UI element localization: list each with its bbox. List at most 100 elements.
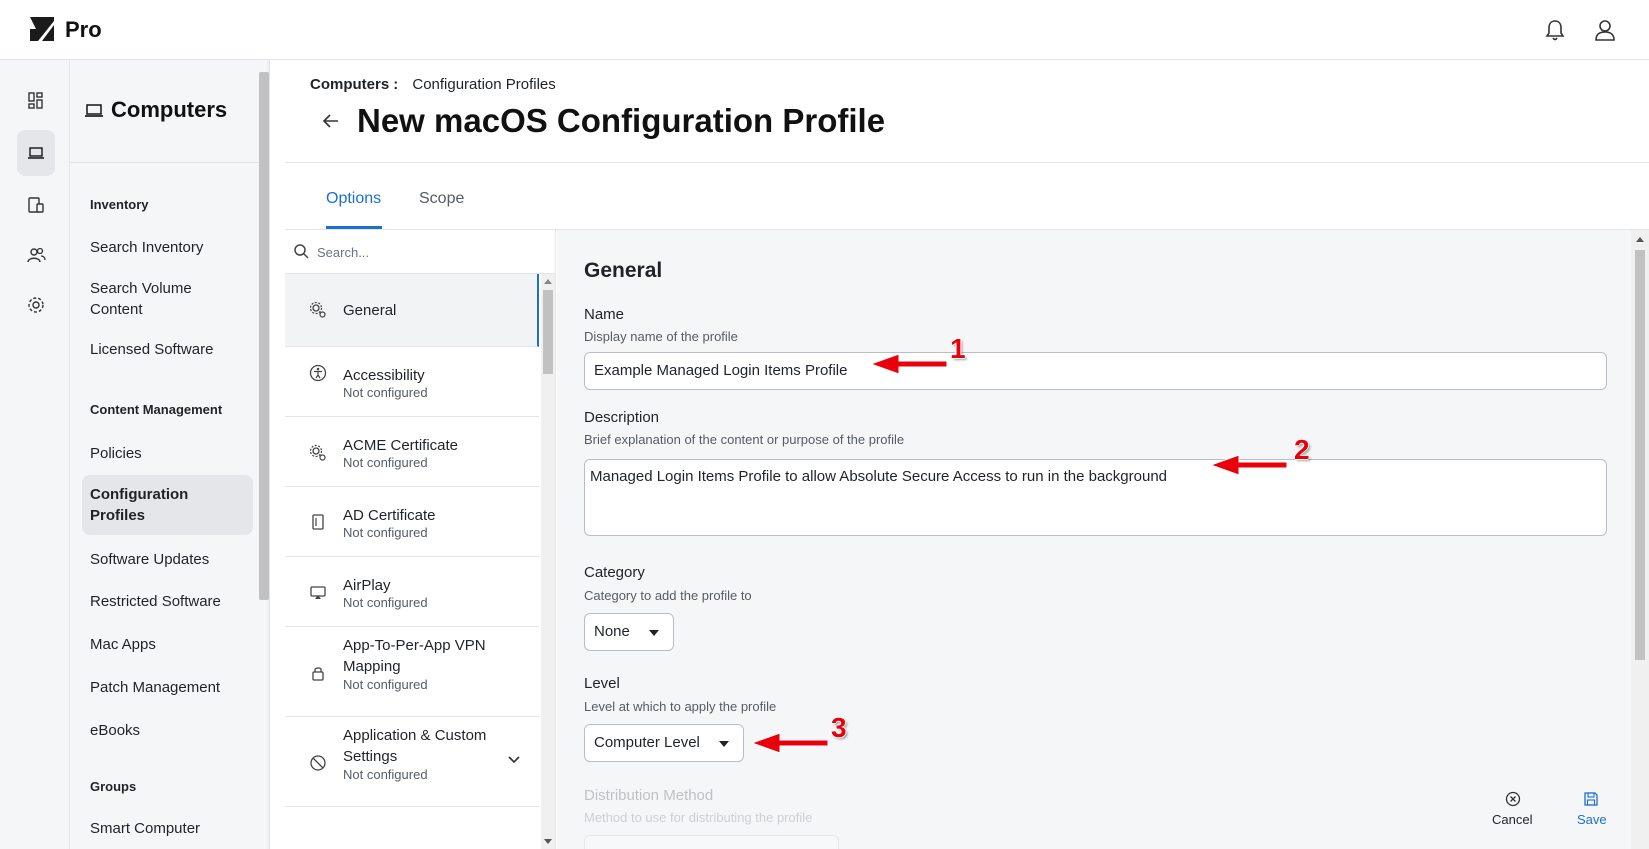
description-field[interactable]: Managed Login Items Profile to allow Abs… (584, 459, 1607, 536)
page-title: New macOS Configuration Profile (357, 102, 886, 139)
sidebar-item-policies[interactable]: Policies (90, 443, 240, 464)
certificate-icon (312, 514, 324, 530)
payload-name: ACME Certificate (343, 437, 459, 454)
name-field[interactable]: Example Managed Login Items Profile (584, 352, 1607, 390)
sidebar-item-search-inventory[interactable]: Search Inventory (90, 237, 240, 258)
sidebar-item-restricted-software[interactable]: Restricted Software (90, 591, 240, 612)
level-selected-value: Computer Level (594, 734, 700, 751)
sidebar-item-licensed-software[interactable]: Licensed Software (90, 339, 240, 360)
scroll-up-icon[interactable] (1636, 236, 1644, 242)
payload-search-input[interactable] (317, 240, 517, 264)
payload-status: Not configured (343, 595, 428, 610)
airplay-icon (310, 586, 326, 599)
annotation-number-3: 3 (831, 712, 847, 743)
distribution-method-label: Distribution Method (584, 787, 714, 804)
annotation-arrow-2 (1209, 454, 1288, 476)
group-heading-groups: Groups (90, 779, 137, 794)
user-icon[interactable] (1592, 17, 1618, 43)
bell-icon[interactable] (1542, 17, 1568, 43)
payload-name: General (343, 302, 397, 319)
sidebar-item-patch-management[interactable]: Patch Management (90, 677, 240, 698)
payload-list-scrollbar[interactable] (541, 274, 555, 849)
description-label: Description (584, 409, 660, 426)
group-heading-content-management: Content Management (90, 402, 223, 417)
gears-icon (309, 301, 326, 318)
annotation-arrow-1 (869, 353, 948, 375)
form-title: General (584, 259, 663, 282)
breadcrumb-parent[interactable]: Computers (310, 76, 389, 93)
devices-icon[interactable] (17, 186, 55, 224)
payload-status: Not configured (343, 525, 428, 540)
sidebar-item-search-volume-content[interactable]: Search Volume Content (90, 278, 240, 320)
payload-item-airplay[interactable]: AirPlay Not configured (285, 557, 539, 627)
payload-item-app-to-per-app-vpn-mapping[interactable]: App-To-Per-App VPN Mapping Not configure… (285, 627, 539, 717)
name-hint: Display name of the profile (584, 329, 738, 344)
description-hint: Brief explanation of the content or purp… (584, 432, 905, 447)
payload-name: Application & Custom Settings (343, 727, 487, 765)
sidebar-scrollbar-thumb[interactable] (259, 72, 269, 600)
form-scrollbar[interactable] (1631, 230, 1649, 849)
payload-item-general[interactable]: General (285, 274, 539, 347)
sidebar-item-ebooks[interactable]: eBooks (90, 720, 240, 741)
save-floppy-icon[interactable] (1583, 791, 1599, 807)
section-header: Computers (70, 60, 267, 163)
tab-scope[interactable]: Scope (419, 190, 464, 208)
users-icon[interactable] (17, 236, 55, 274)
breadcrumb-current: Configuration Profiles (412, 76, 556, 93)
caret-down-icon (719, 741, 729, 747)
payload-list-scrollbar-thumb[interactable] (543, 290, 553, 374)
sidebar-item-mac-apps[interactable]: Mac Apps (90, 634, 240, 655)
distribution-method-hint: Method to use for distributing the profi… (584, 810, 813, 825)
payload-item-acme-certificate[interactable]: ACME Certificate Not configured (285, 417, 539, 487)
chevron-down-icon[interactable] (507, 755, 521, 765)
annotation-arrow-3 (750, 732, 829, 754)
search-icon (294, 244, 309, 259)
distribution-method-select[interactable] (584, 835, 839, 849)
cancel-button[interactable]: Cancel (1492, 812, 1532, 827)
brand-name: Pro (65, 17, 102, 42)
level-label: Level (584, 675, 620, 692)
jamf-logo-icon[interactable] (28, 15, 56, 43)
sidebar-scrollbar[interactable] (259, 60, 269, 849)
form-scrollbar-thumb[interactable] (1635, 250, 1645, 660)
settings-gear-icon[interactable] (17, 286, 55, 324)
laptop-icon (85, 104, 103, 117)
group-heading-inventory: Inventory (90, 197, 149, 212)
payload-status: Not configured (343, 767, 428, 782)
dashboard-icon[interactable] (17, 82, 55, 120)
name-label: Name (584, 306, 625, 323)
category-select[interactable]: None (584, 613, 674, 651)
prohibited-icon (310, 755, 326, 771)
payload-name: App-To-Per-App VPN Mapping (343, 637, 486, 675)
payload-search (285, 230, 555, 274)
payload-list: General Accessibility Not configured ACM… (285, 230, 556, 849)
section-sidebar: Computers Inventory Search Inventory Sea… (70, 60, 270, 849)
cancel-circle-icon[interactable] (1505, 791, 1521, 807)
payload-name: Accessibility (343, 367, 425, 384)
tab-options[interactable]: Options (326, 190, 381, 208)
sidebar-item-smart-computer[interactable]: Smart Computer (90, 818, 240, 839)
sidebar-item-configuration-profiles[interactable]: Configuration Profiles (82, 475, 253, 535)
sidebar-item-software-updates[interactable]: Software Updates (90, 549, 240, 570)
payload-name: AirPlay (343, 577, 391, 594)
scroll-up-icon[interactable] (544, 278, 552, 284)
computers-icon[interactable] (17, 130, 55, 176)
icon-rail (0, 60, 70, 849)
general-settings-form: General Name Display name of the profile… (557, 230, 1631, 849)
back-arrow-icon[interactable] (320, 110, 342, 132)
category-hint: Category to add the profile to (584, 588, 752, 603)
payload-status: Not configured (343, 677, 428, 692)
payload-item-ad-certificate[interactable]: AD Certificate Not configured (285, 487, 539, 557)
section-title: Computers (111, 97, 228, 122)
payload-item-accessibility[interactable]: Accessibility Not configured (285, 347, 539, 417)
level-select[interactable]: Computer Level (584, 724, 744, 762)
category-selected-value: None (594, 623, 630, 640)
payload-item-application-custom-settings[interactable]: Application & Custom Settings Not config… (285, 717, 539, 807)
breadcrumb-separator: : (393, 76, 399, 93)
top-bar: Pro (0, 0, 1649, 60)
scroll-down-icon[interactable] (544, 839, 552, 845)
annotation-number-1: 1 (950, 333, 966, 364)
accessibility-icon (309, 364, 327, 382)
save-button[interactable]: Save (1577, 812, 1607, 827)
caret-down-icon (649, 630, 659, 636)
